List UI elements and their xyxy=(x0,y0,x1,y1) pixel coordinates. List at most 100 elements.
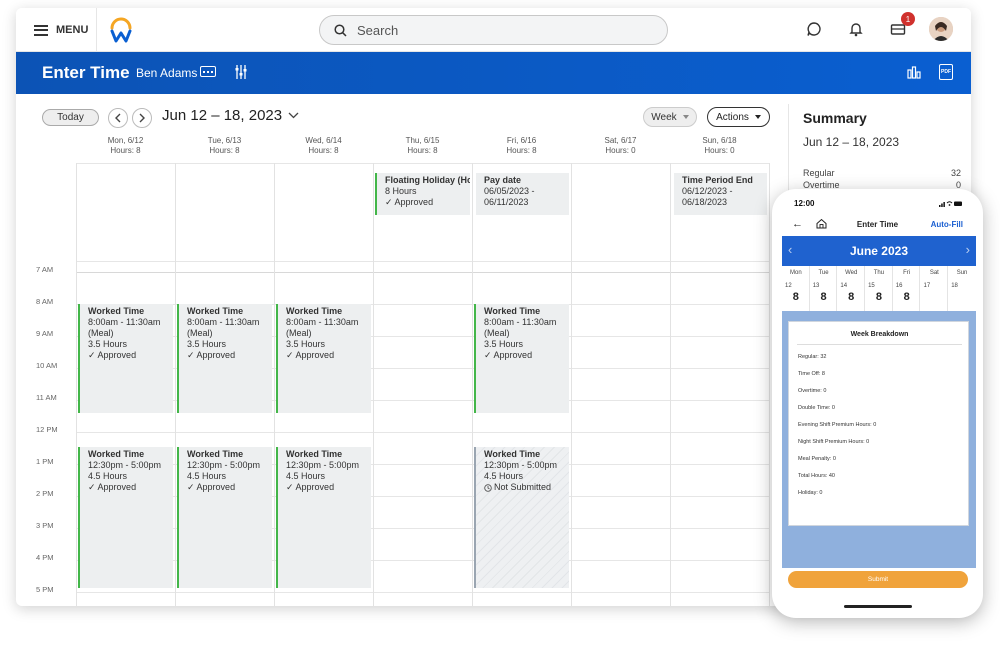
event-status: ✓ Approved xyxy=(88,482,137,492)
phone-day[interactable]: Thu 15 8 xyxy=(865,266,893,311)
search-icon xyxy=(334,23,347,37)
phone-day[interactable]: Fri 16 8 xyxy=(893,266,921,311)
event-status: ✓ Approved xyxy=(286,482,335,492)
page-title: Enter Time xyxy=(42,63,130,82)
event-title: Worked Time xyxy=(88,306,145,316)
grid-line xyxy=(274,163,275,606)
worked-time-event-mon-am[interactable]: Worked Time 8:00am - 11:30am (Meal) 3.5 … xyxy=(78,304,173,413)
related-actions-icon[interactable] xyxy=(200,66,216,77)
event-detail: 06/11/2023 xyxy=(484,197,529,207)
event-status: ✓ Approved xyxy=(88,350,137,360)
event-hours: 3.5 Hours xyxy=(286,339,326,349)
submit-button[interactable]: Submit xyxy=(788,571,968,588)
notification-badge: 1 xyxy=(901,12,915,26)
search-input[interactable]: Search xyxy=(319,15,668,45)
event-time: 12:30pm - 5:00pm xyxy=(484,460,558,470)
chevron-right-icon[interactable]: › xyxy=(966,242,970,257)
worked-time-event-fri-am[interactable]: Worked Time 8:00am - 11:30am (Meal) 3.5 … xyxy=(474,304,569,413)
allday-event-pay-date[interactable]: Pay date 06/05/2023 - 06/11/2023 xyxy=(474,173,569,215)
day-header-tue[interactable]: Tue, 6/13 Hours: 8 xyxy=(175,136,274,156)
date-range-label: Jun 12 – 18, 2023 xyxy=(162,107,283,124)
menu-label: MENU xyxy=(56,24,89,36)
event-note: (Meal) xyxy=(88,328,114,338)
time-label-1pm: 1 PM xyxy=(36,457,54,466)
worked-time-event-fri-pm[interactable]: Worked Time 12:30pm - 5:00pm 4.5 Hours N… xyxy=(474,447,569,588)
day-header-sat[interactable]: Sat, 6/17 Hours: 0 xyxy=(571,136,670,156)
top-nav: MENU Search 1 xyxy=(16,8,971,52)
grid-line xyxy=(76,432,770,433)
previous-week-button[interactable] xyxy=(108,108,128,128)
grid-line xyxy=(76,592,770,593)
day-number: 16 xyxy=(895,283,903,289)
grid-line xyxy=(472,163,473,606)
day-label: Sun, 6/18 xyxy=(702,136,737,145)
date-range-selector[interactable]: Jun 12 – 18, 2023 xyxy=(162,107,299,124)
next-week-button[interactable] xyxy=(132,108,152,128)
event-title: Worked Time xyxy=(187,306,244,316)
home-indicator xyxy=(844,605,912,608)
chevron-down-icon xyxy=(288,112,299,119)
worked-time-event-tue-am[interactable]: Worked Time 8:00am - 11:30am (Meal) 3.5 … xyxy=(177,304,272,413)
settings-sliders-icon[interactable] xyxy=(234,64,248,80)
phone-day[interactable]: Tue 13 8 xyxy=(810,266,838,311)
bell-icon[interactable] xyxy=(845,18,867,40)
event-note: (Meal) xyxy=(187,328,213,338)
event-note: (Meal) xyxy=(484,328,510,338)
worked-time-event-wed-pm[interactable]: Worked Time 12:30pm - 5:00pm 4.5 Hours ✓… xyxy=(276,447,371,588)
event-status: ✓ Approved xyxy=(187,350,236,360)
workday-logo-icon[interactable] xyxy=(108,16,134,44)
day-header-fri[interactable]: Fri, 6/16 Hours: 8 xyxy=(472,136,571,156)
phone-nav-bar: ← Enter Time Auto-Fill xyxy=(772,215,983,235)
pdf-icon[interactable]: PDF xyxy=(939,64,953,80)
day-name: Mon xyxy=(790,270,802,276)
bar-chart-icon[interactable] xyxy=(907,65,921,79)
avatar[interactable] xyxy=(929,17,953,41)
phone-day[interactable]: Sun 18 xyxy=(948,266,976,311)
menu-button[interactable]: MENU xyxy=(34,20,88,40)
breakdown-stat: Time Off: 8 xyxy=(798,371,825,377)
chevron-left-icon xyxy=(115,113,121,123)
day-header-wed[interactable]: Wed, 6/14 Hours: 8 xyxy=(274,136,373,156)
chat-icon[interactable] xyxy=(803,18,825,40)
mobile-phone-mockup: 12:00 ← Enter Time Auto-Fill ‹ June 2023… xyxy=(772,189,983,618)
allday-event-floating-holiday[interactable]: Floating Holiday (Hour 8 Hours ✓ Approve… xyxy=(375,173,470,215)
phone-day[interactable]: Mon 12 8 xyxy=(782,266,810,311)
event-time: 8:00am - 11:30am xyxy=(484,317,557,327)
auto-fill-button[interactable]: Auto-Fill xyxy=(931,220,963,229)
worked-time-event-wed-am[interactable]: Worked Time 8:00am - 11:30am (Meal) 3.5 … xyxy=(276,304,371,413)
event-title: Floating Holiday (Hour xyxy=(385,175,470,185)
phone-day[interactable]: Wed 14 8 xyxy=(837,266,866,311)
summary-row-regular: Regular 32 xyxy=(803,168,961,178)
day-header-thu[interactable]: Thu, 6/15 Hours: 8 xyxy=(373,136,472,156)
allday-event-period-end[interactable]: Time Period End 06/12/2023 - 06/18/2023 xyxy=(672,173,767,215)
grid-line xyxy=(76,163,770,164)
event-time: 8:00am - 11:30am xyxy=(187,317,260,327)
event-detail: 06/05/2023 - xyxy=(484,186,535,196)
event-status: ✓ Approved xyxy=(484,350,533,360)
today-button[interactable]: Today xyxy=(42,109,99,126)
event-title: Time Period End xyxy=(682,175,753,185)
day-hours: 8 xyxy=(792,291,799,303)
day-name: Sun xyxy=(956,270,968,276)
view-select[interactable]: Week xyxy=(643,107,697,127)
caret-down-icon xyxy=(682,115,689,119)
worked-time-event-mon-pm[interactable]: Worked Time 12:30pm - 5:00pm 4.5 Hours ✓… xyxy=(78,447,173,588)
day-header-sun[interactable]: Sun, 6/18 Hours: 0 xyxy=(670,136,769,156)
inbox-icon[interactable]: 1 xyxy=(887,12,915,40)
summary-value: 32 xyxy=(950,168,961,178)
actions-label: Actions xyxy=(716,111,749,123)
view-label: Week xyxy=(651,111,677,123)
event-title: Worked Time xyxy=(484,449,541,459)
phone-day[interactable]: Sat 17 xyxy=(921,266,949,311)
breakdown-title: Week Breakdown xyxy=(850,331,909,338)
day-label: Mon, 6/12 xyxy=(107,136,144,145)
breakdown-stat: Night Shift Premium Hours: 0 xyxy=(798,439,870,445)
phone-month-label: June 2023 xyxy=(849,244,909,258)
worked-time-event-tue-pm[interactable]: Worked Time 12:30pm - 5:00pm 4.5 Hours ✓… xyxy=(177,447,272,588)
worker-name[interactable]: Ben Adams xyxy=(136,66,197,80)
phone-clock: 12:00 xyxy=(794,199,815,208)
actions-button[interactable]: Actions xyxy=(707,107,770,127)
day-header-mon[interactable]: Mon, 6/12 Hours: 8 xyxy=(76,136,175,156)
event-hours: 3.5 Hours xyxy=(88,339,128,349)
breakdown-stat: Total Hours: 40 xyxy=(798,473,835,479)
